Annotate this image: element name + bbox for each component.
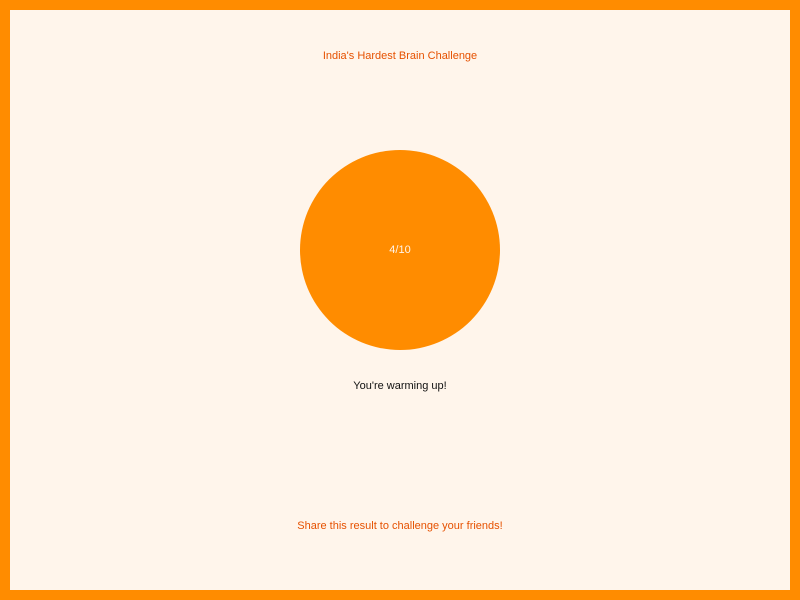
result-message: You're warming up! — [353, 380, 447, 392]
share-prompt: Share this result to challenge your frie… — [297, 520, 503, 532]
score-circle: 4/10 — [300, 150, 500, 350]
page-title: India's Hardest Brain Challenge — [322, 50, 478, 62]
result-card: India's Hardest Brain Challenge 4/10 You… — [10, 10, 790, 590]
score-value: 4/10 — [389, 244, 411, 256]
